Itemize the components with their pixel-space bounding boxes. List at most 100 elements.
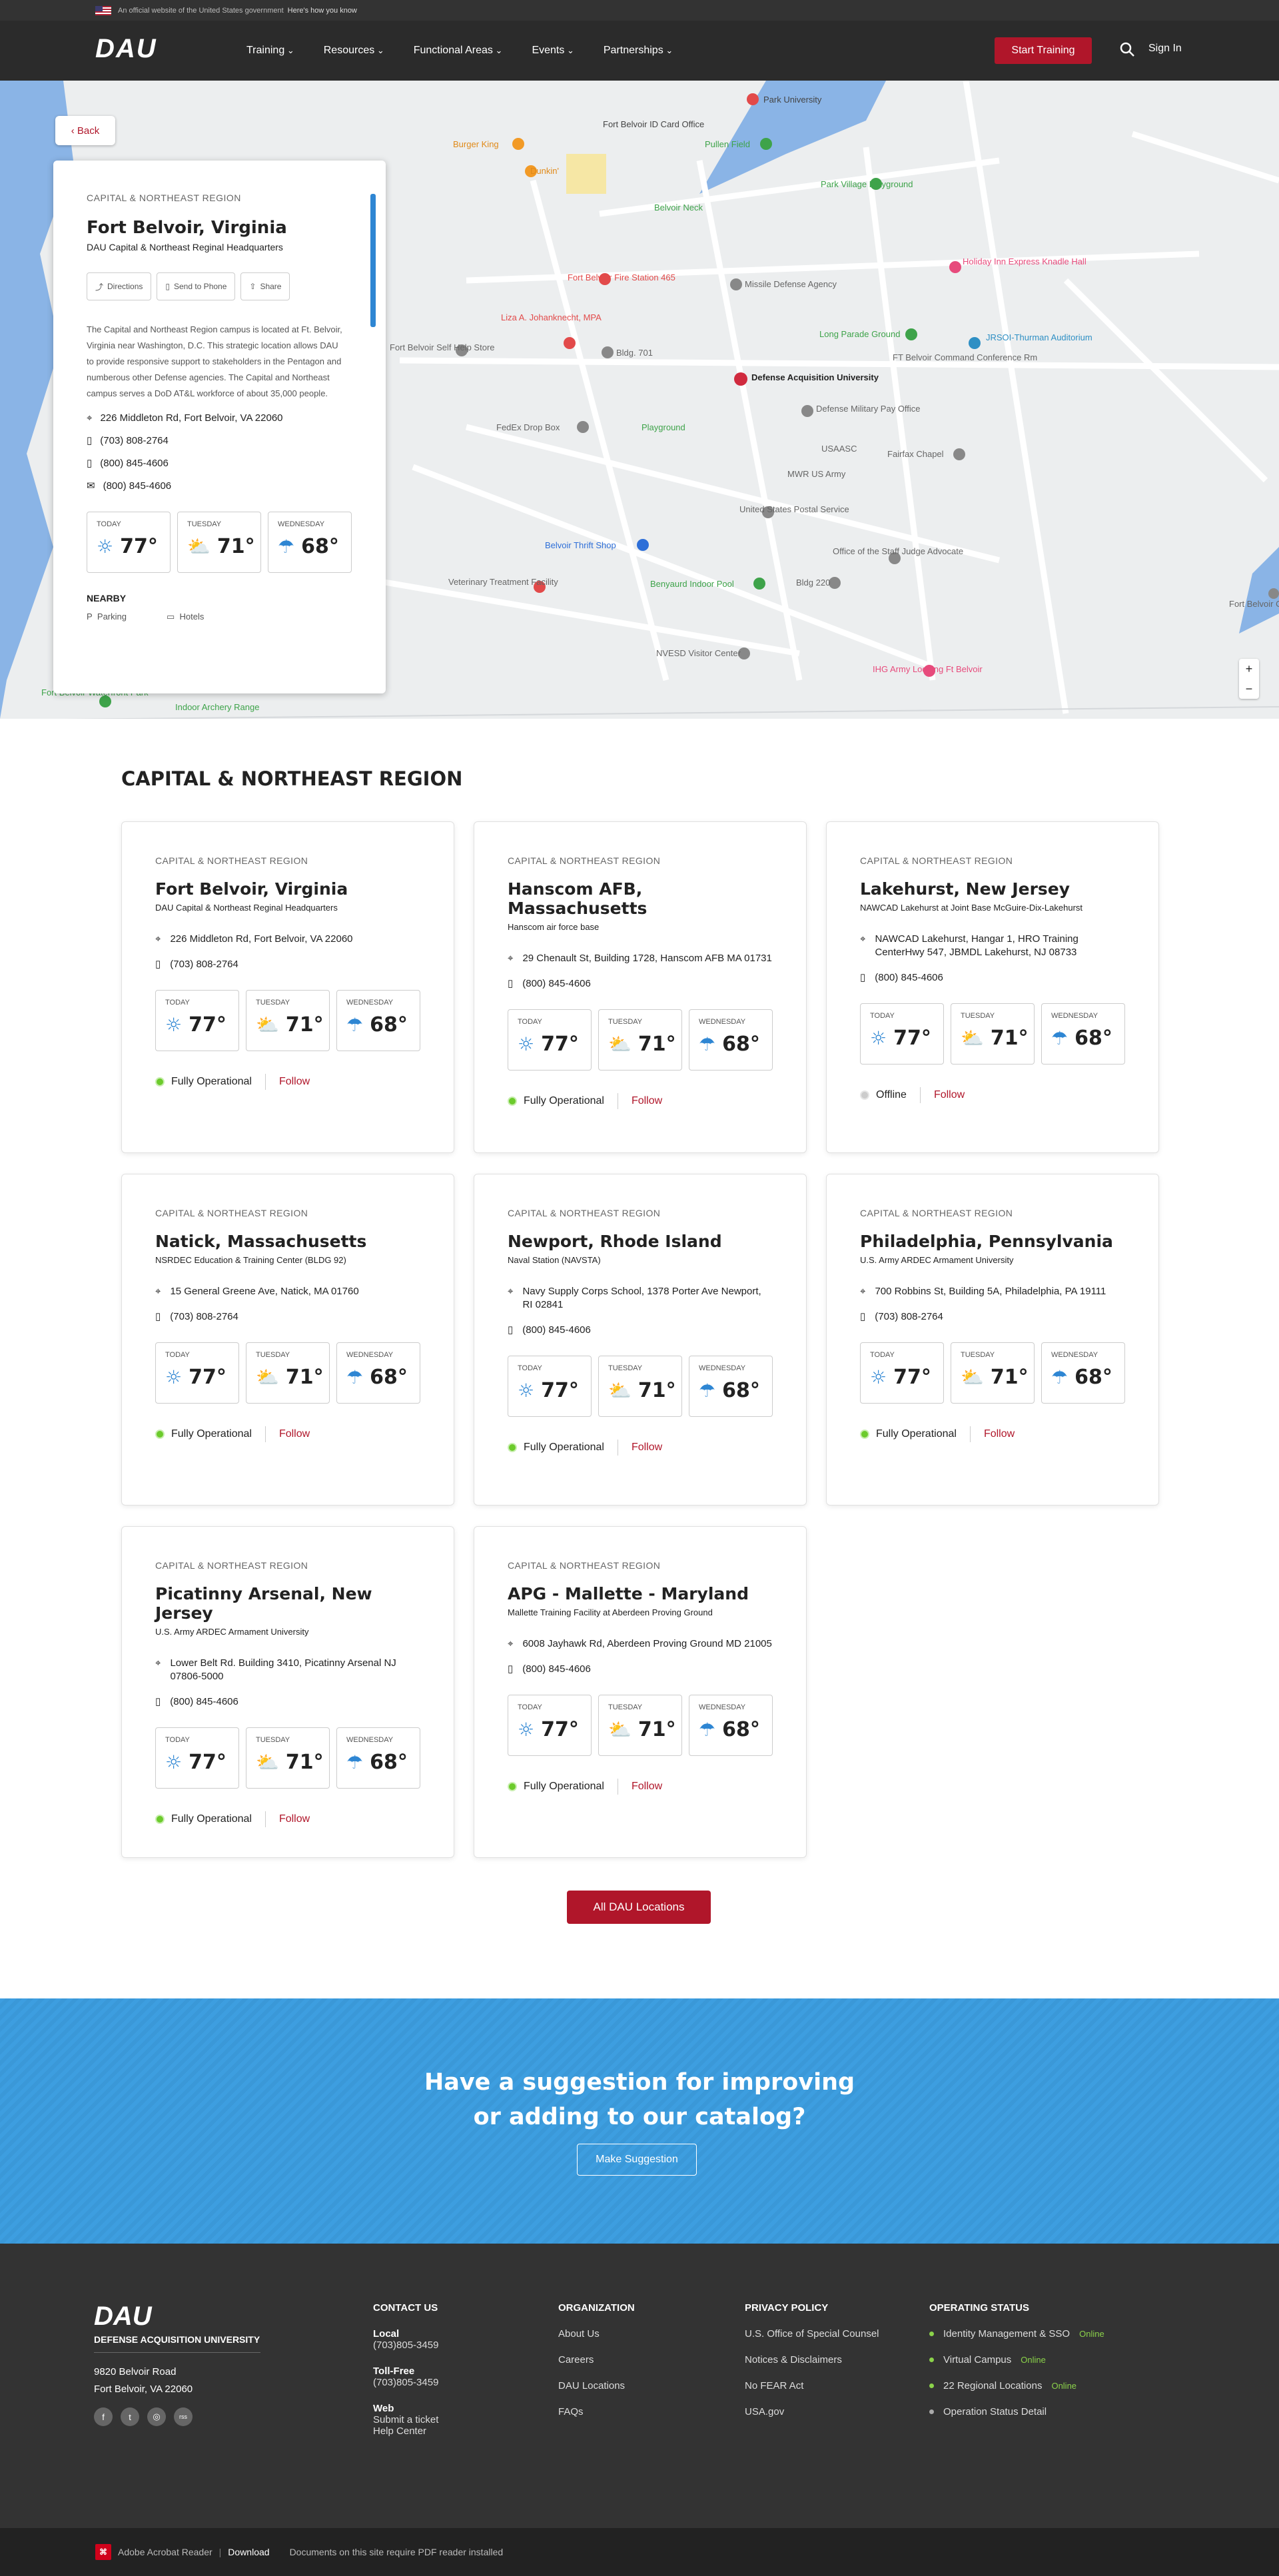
location-card[interactable]: CAPITAL & NORTHEAST REGION Natick, Massa… <box>121 1174 454 1505</box>
follow-button[interactable]: Follow <box>632 1781 662 1793</box>
panel-subtitle: DAU Capital & Northeast Reginal Headquar… <box>87 242 283 252</box>
campus-map[interactable]: Park University Fort Belvoir ID Card Off… <box>0 81 1279 719</box>
footer-logo[interactable]: DAU <box>94 2302 152 2332</box>
directions-button[interactable]: ⤴ Directions <box>87 272 152 300</box>
start-training-button[interactable]: Start Training <box>995 37 1092 64</box>
separator: | <box>218 2547 222 2557</box>
weather-card: WEDNESDAY ☂ 68° <box>336 1727 420 1789</box>
twitter-icon[interactable]: t <box>121 2407 139 2426</box>
share-button[interactable]: ⇧ Share <box>240 272 290 300</box>
zoom-in-button[interactable]: + <box>1239 659 1259 679</box>
follow-button[interactable]: Follow <box>632 1095 662 1107</box>
dau-locations-link[interactable]: DAU Locations <box>558 2380 635 2391</box>
card-weather: TODAY ☼ 77° TUESDAY ⛅ 71° WEDNESDAY ☂ 68° <box>508 1356 773 1417</box>
status-text: Fully Operational <box>171 1813 252 1825</box>
phone-text[interactable]: (800) 845-4606 <box>170 1696 238 1707</box>
card-title[interactable]: Newport, Rhode Island <box>508 1232 773 1251</box>
status-item[interactable]: 22 Regional Locations Online <box>929 2380 1104 2391</box>
nav-training[interactable]: Training <box>246 45 294 57</box>
phone-text[interactable]: (800) 845-4606 <box>875 972 943 983</box>
card-phone: ▯ (800) 845-4606 <box>860 971 1125 984</box>
rss-icon[interactable]: rss <box>174 2407 193 2426</box>
nav-functional-areas[interactable]: Functional Areas <box>414 45 503 57</box>
follow-button[interactable]: Follow <box>984 1428 1015 1440</box>
location-card[interactable]: CAPITAL & NORTHEAST REGION APG - Mallett… <box>474 1526 807 1858</box>
status-item[interactable]: Identity Management & SSO Online <box>929 2328 1104 2340</box>
nearby-parking[interactable]: P Parking <box>87 612 127 622</box>
weather-temp: 77° <box>541 1718 579 1741</box>
careers-link[interactable]: Careers <box>558 2354 635 2365</box>
card-title[interactable]: APG - Mallette - Maryland <box>508 1584 773 1603</box>
map-label: Belvoir Neck <box>654 203 703 213</box>
partly-cloudy-icon: ⛅ <box>187 536 211 558</box>
no-fear-act-link[interactable]: No FEAR Act <box>745 2380 879 2391</box>
follow-button[interactable]: Follow <box>279 1076 310 1088</box>
card-title[interactable]: Philadelphia, Pennsylvania <box>860 1232 1125 1251</box>
map-pin-icon: ⌖ <box>508 953 514 964</box>
all-locations-button[interactable]: All DAU Locations <box>567 1891 711 1924</box>
location-card[interactable]: CAPITAL & NORTHEAST REGION Fort Belvoir,… <box>121 821 454 1153</box>
map-label: Missile Defense Agency <box>745 279 837 289</box>
phone-text[interactable]: (800) 845-4606 <box>100 458 169 469</box>
status-item[interactable]: Virtual Campus Online <box>929 2354 1104 2365</box>
submit-ticket-link[interactable]: Submit a ticket <box>373 2414 438 2425</box>
location-card[interactable]: CAPITAL & NORTHEAST REGION Philadelphia,… <box>826 1174 1159 1505</box>
search-icon[interactable] <box>1119 41 1135 57</box>
dau-logo[interactable]: DAU <box>95 34 157 64</box>
help-center-link[interactable]: Help Center <box>373 2425 438 2437</box>
location-card[interactable]: CAPITAL & NORTHEAST REGION Newport, Rhod… <box>474 1174 807 1505</box>
card-title[interactable]: Picatinny Arsenal, New Jersey <box>155 1584 420 1623</box>
download-link[interactable]: Download <box>228 2547 269 2557</box>
status-dot-icon <box>155 1077 165 1086</box>
phone-text[interactable]: (703) 808-2764 <box>170 1311 238 1322</box>
heres-how-link[interactable]: Here's how you know <box>288 7 357 15</box>
phone-text[interactable]: (800) 845-4606 <box>522 1324 591 1336</box>
send-to-phone-button[interactable]: ▯ Send to Phone <box>157 272 236 300</box>
tollfree-phone[interactable]: (703)805-3459 <box>373 2377 438 2388</box>
card-title[interactable]: Lakehurst, New Jersey <box>860 879 1125 899</box>
map-pin-icon: ⌖ <box>155 933 161 945</box>
about-us-link[interactable]: About Us <box>558 2328 635 2340</box>
weather-day: TODAY <box>870 1012 895 1020</box>
faqs-link[interactable]: FAQs <box>558 2406 635 2417</box>
map-pin-icon: ⌖ <box>155 1286 161 1297</box>
phone-text[interactable]: (800) 845-4606 <box>103 480 172 492</box>
nav-partnerships[interactable]: Partnerships <box>604 45 673 57</box>
weather-day: TUESDAY <box>187 520 222 528</box>
phone-text[interactable]: (703) 808-2764 <box>875 1311 943 1322</box>
location-card[interactable]: CAPITAL & NORTHEAST REGION Picatinny Ars… <box>121 1526 454 1858</box>
notices-link[interactable]: Notices & Disclaimers <box>745 2354 879 2365</box>
location-card[interactable]: CAPITAL & NORTHEAST REGION Lakehurst, Ne… <box>826 821 1159 1153</box>
weather-temp: 77° <box>541 1033 579 1056</box>
phone-text[interactable]: (800) 845-4606 <box>522 978 591 989</box>
follow-button[interactable]: Follow <box>934 1089 965 1101</box>
footer-divider <box>94 2352 260 2353</box>
nav-events[interactable]: Events <box>532 45 574 57</box>
card-status: Fully Operational Follow <box>508 1440 773 1456</box>
phone-text[interactable]: (703) 808-2764 <box>100 435 169 446</box>
card-title[interactable]: Fort Belvoir, Virginia <box>155 879 420 899</box>
card-title[interactable]: Hanscom AFB, Massachusetts <box>508 879 773 918</box>
local-phone[interactable]: (703)805-3459 <box>373 2340 438 2351</box>
follow-button[interactable]: Follow <box>279 1813 310 1825</box>
rain-icon: ☂ <box>278 536 295 558</box>
phone-text[interactable]: (703) 808-2764 <box>170 959 238 970</box>
follow-button[interactable]: Follow <box>632 1442 662 1454</box>
phone-text[interactable]: (800) 845-4606 <box>522 1663 591 1675</box>
sign-in-link[interactable]: Sign In <box>1148 43 1182 55</box>
usa-gov-link[interactable]: USA.gov <box>745 2406 879 2417</box>
card-title[interactable]: Natick, Massachusetts <box>155 1232 420 1251</box>
osc-link[interactable]: U.S. Office of Special Counsel <box>745 2328 879 2340</box>
location-card[interactable]: CAPITAL & NORTHEAST REGION Hanscom AFB, … <box>474 821 807 1153</box>
make-suggestion-button[interactable]: Make Suggestion <box>577 2144 697 2176</box>
instagram-icon[interactable]: ◎ <box>147 2407 166 2426</box>
facebook-icon[interactable]: f <box>94 2407 113 2426</box>
panel-scrollbar[interactable] <box>370 194 376 327</box>
follow-button[interactable]: Follow <box>279 1428 310 1440</box>
status-item[interactable]: Operation Status Detail <box>929 2406 1104 2417</box>
nearby-hotels[interactable]: ▭ Hotels <box>167 612 204 622</box>
nav-resources[interactable]: Resources <box>324 45 384 57</box>
back-button[interactable]: ‹ Back <box>55 116 115 145</box>
zoom-out-button[interactable]: − <box>1239 679 1259 699</box>
reader-label: Adobe Acrobat Reader <box>118 2547 213 2557</box>
